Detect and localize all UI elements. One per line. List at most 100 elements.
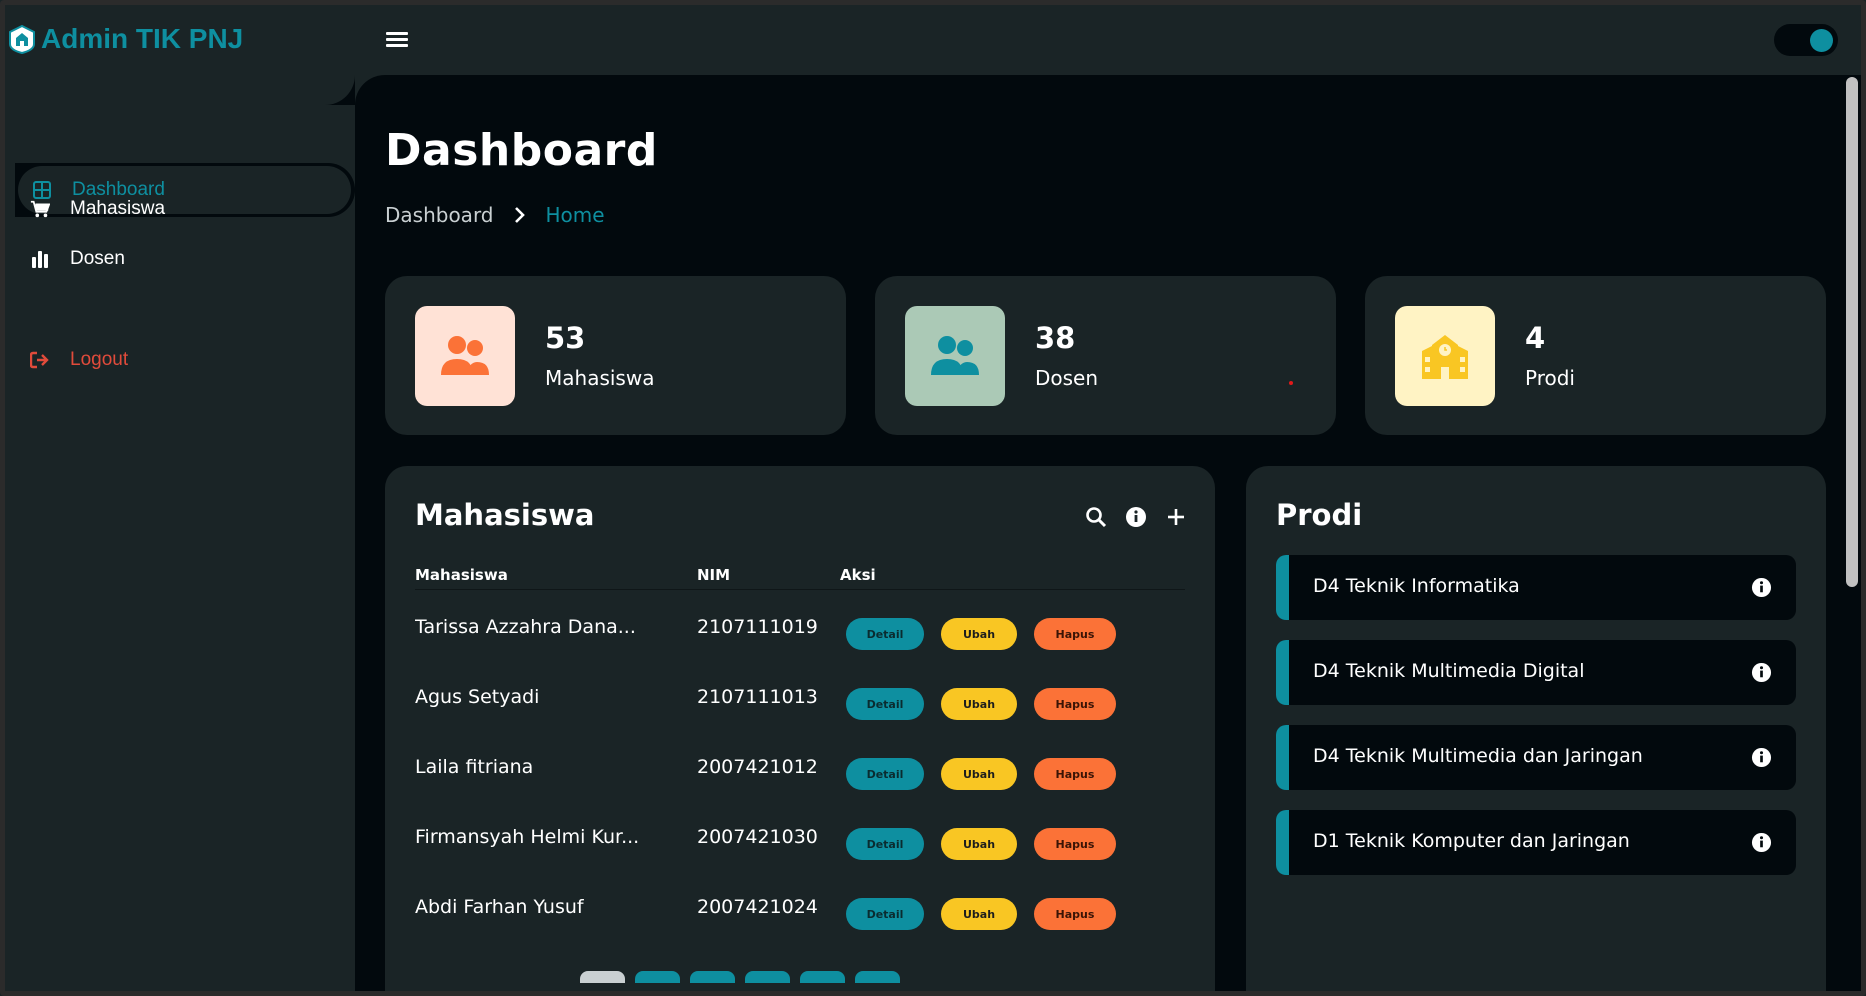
table-header: Mahasiswa NIM Aksi xyxy=(415,566,1185,590)
stat-label: Prodi xyxy=(1525,366,1575,390)
stat-card-mahasiswa: 53 Mahasiswa xyxy=(385,276,846,435)
detail-button[interactable]: Detail xyxy=(846,688,924,720)
page-button[interactable] xyxy=(745,971,790,983)
accent-bar xyxy=(1276,725,1289,790)
scrollbar[interactable] xyxy=(1841,75,1861,991)
prodi-item[interactable]: D4 Teknik Informatika xyxy=(1276,555,1796,620)
prodi-label: D4 Teknik Multimedia dan Jaringan xyxy=(1313,745,1643,767)
prodi-item[interactable]: D1 Teknik Komputer dan Jaringan xyxy=(1276,810,1796,875)
prodi-panel: Prodi D4 Teknik Informatika D4 Teknik Mu… xyxy=(1246,466,1826,996)
stat-value: 4 xyxy=(1525,321,1546,355)
accent-bar xyxy=(1276,640,1289,705)
student-nim: 2107111013 xyxy=(697,686,818,708)
panel-actions xyxy=(1085,506,1187,528)
pnj-logo-icon xyxy=(9,24,35,54)
page-button[interactable] xyxy=(690,971,735,983)
delete-button[interactable]: Hapus xyxy=(1034,828,1116,860)
sidebar-item-mahasiswa[interactable]: Mahasiswa xyxy=(30,198,165,220)
info-icon[interactable] xyxy=(1751,747,1772,768)
users-icon xyxy=(415,306,515,406)
search-icon[interactable] xyxy=(1085,506,1107,528)
accent-bar xyxy=(1276,810,1289,875)
edit-button[interactable]: Ubah xyxy=(941,828,1017,860)
student-nim: 2007421012 xyxy=(697,756,818,778)
theme-toggle[interactable] xyxy=(1774,24,1838,56)
delete-button[interactable]: Hapus xyxy=(1034,688,1116,720)
student-nim: 2107111019 xyxy=(697,616,818,638)
page-button[interactable] xyxy=(635,971,680,983)
edit-button[interactable]: Ubah xyxy=(941,758,1017,790)
detail-button[interactable]: Detail xyxy=(846,898,924,930)
delete-button[interactable]: Hapus xyxy=(1034,898,1116,930)
sidebar: Dashboard Mahasiswa Dosen Logout xyxy=(5,75,355,991)
detail-button[interactable]: Detail xyxy=(846,828,924,860)
info-icon[interactable] xyxy=(1751,662,1772,683)
student-name: Laila fitriana xyxy=(415,756,534,778)
prodi-label: D1 Teknik Komputer dan Jaringan xyxy=(1313,830,1630,852)
page-button[interactable] xyxy=(800,971,845,983)
school-icon xyxy=(1395,306,1495,406)
table-row: Abdi Farhan Yusuf 2007421024 Detail Ubah… xyxy=(415,888,1185,930)
column-header-nim: NIM xyxy=(697,566,731,584)
sidebar-item-label: Dosen xyxy=(70,248,125,269)
add-icon[interactable] xyxy=(1165,506,1187,528)
breadcrumb: Dashboard Home xyxy=(385,203,605,227)
table-row: Tarissa Azzahra Dana... 2107111019 Detai… xyxy=(415,608,1185,650)
prodi-label: D4 Teknik Multimedia Digital xyxy=(1313,660,1585,682)
toggle-knob xyxy=(1810,29,1833,52)
info-icon[interactable] xyxy=(1751,832,1772,853)
accent-bar xyxy=(1276,555,1289,620)
edit-button[interactable]: Ubah xyxy=(941,898,1017,930)
breadcrumb-home: Home xyxy=(545,203,605,227)
table-row: Laila fitriana 2007421012 Detail Ubah Ha… xyxy=(415,748,1185,790)
page-title: Dashboard xyxy=(385,125,658,176)
scrollbar-thumb[interactable] xyxy=(1846,77,1858,587)
prodi-item[interactable]: D4 Teknik Multimedia dan Jaringan xyxy=(1276,725,1796,790)
sidebar-item-label: Mahasiswa xyxy=(70,198,166,219)
top-bar: Admin TIK PNJ xyxy=(5,5,1861,75)
chevron-right-icon xyxy=(514,207,525,223)
stat-card-prodi: 4 Prodi xyxy=(1365,276,1826,435)
edit-button[interactable]: Ubah xyxy=(941,688,1017,720)
menu-toggle-icon[interactable] xyxy=(386,29,408,51)
detail-button[interactable]: Detail xyxy=(846,618,924,650)
detail-button[interactable]: Detail xyxy=(846,758,924,790)
student-name: Abdi Farhan Yusuf xyxy=(415,896,584,918)
main-content: Dashboard Dashboard Home 53 Mahasiswa 38… xyxy=(355,75,1841,996)
student-nim: 2007421024 xyxy=(697,896,818,918)
prodi-label: D4 Teknik Informatika xyxy=(1313,575,1520,597)
cart-icon xyxy=(30,199,50,219)
stat-value: 53 xyxy=(545,321,586,355)
table-row: Agus Setyadi 2107111013 Detail Ubah Hapu… xyxy=(415,678,1185,720)
student-name: Tarissa Azzahra Dana... xyxy=(415,616,636,638)
delete-button[interactable]: Hapus xyxy=(1034,618,1116,650)
panel-title: Prodi xyxy=(1276,498,1363,532)
stat-card-dosen: 38 Dosen xyxy=(875,276,1336,435)
student-nim: 2007421030 xyxy=(697,826,818,848)
mahasiswa-panel: Mahasiswa Mahasiswa NIM Aksi Tarissa Azz… xyxy=(385,466,1215,996)
pagination xyxy=(580,971,900,983)
info-icon[interactable] xyxy=(1751,577,1772,598)
panel-title: Mahasiswa xyxy=(415,498,595,532)
stat-label: Mahasiswa xyxy=(545,366,655,390)
edit-button[interactable]: Ubah xyxy=(941,618,1017,650)
column-header-mahasiswa: Mahasiswa xyxy=(415,566,508,584)
indicator-dot xyxy=(1289,381,1293,385)
column-header-aksi: Aksi xyxy=(840,566,876,584)
breadcrumb-dashboard[interactable]: Dashboard xyxy=(385,203,494,227)
page-button[interactable] xyxy=(855,971,900,983)
logout-button[interactable]: Logout xyxy=(30,349,128,371)
brand[interactable]: Admin TIK PNJ xyxy=(7,23,243,55)
sidebar-item-dosen[interactable]: Dosen xyxy=(30,248,125,270)
page-button[interactable] xyxy=(580,971,625,983)
student-name: Firmansyah Helmi Kur... xyxy=(415,826,640,848)
delete-button[interactable]: Hapus xyxy=(1034,758,1116,790)
student-name: Agus Setyadi xyxy=(415,686,540,708)
brand-title: Admin TIK PNJ xyxy=(41,23,244,54)
prodi-item[interactable]: D4 Teknik Multimedia Digital xyxy=(1276,640,1796,705)
stat-label: Dosen xyxy=(1035,366,1099,390)
logout-label: Logout xyxy=(70,349,129,370)
stat-value: 38 xyxy=(1035,321,1076,355)
logout-icon xyxy=(30,350,50,370)
info-icon[interactable] xyxy=(1125,506,1147,528)
